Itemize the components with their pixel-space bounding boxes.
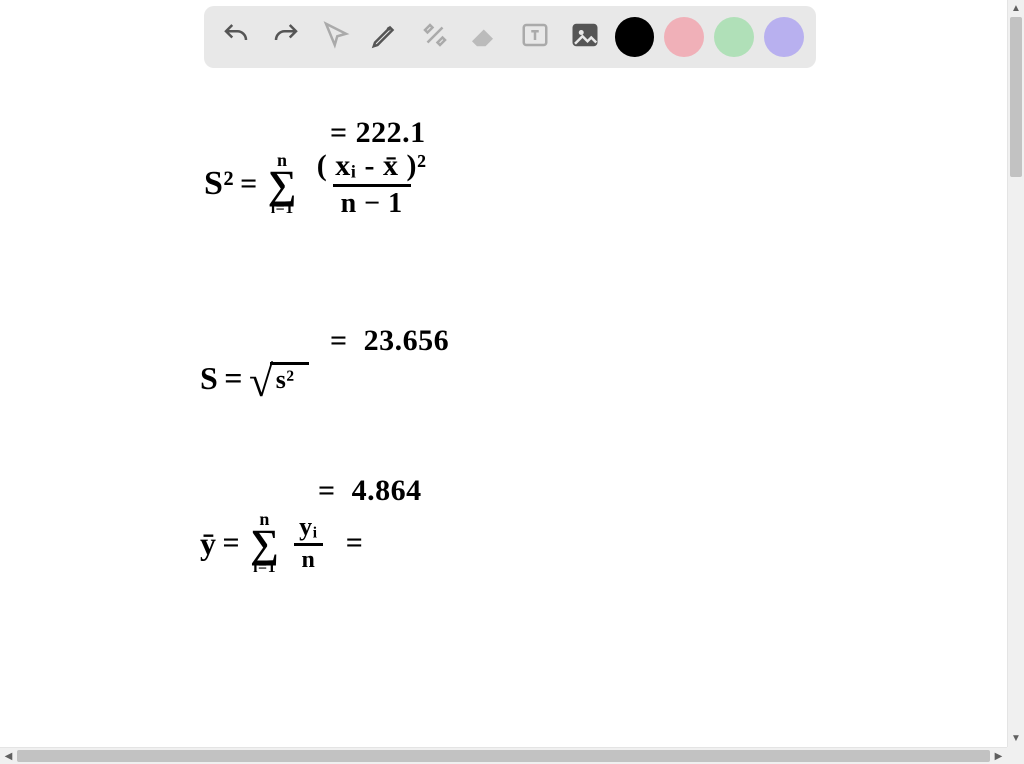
text-box-icon	[520, 20, 550, 55]
undo-icon	[221, 20, 251, 55]
scrollbar-corner	[1007, 747, 1024, 764]
tools-menu-button[interactable]	[415, 17, 455, 57]
color-green[interactable]	[714, 17, 754, 57]
scroll-down-button[interactable]: ▼	[1008, 730, 1024, 747]
whiteboard-app: = 222.1 S² = n ∑ i=1 ( xᵢ - x̄ )² n − 1 …	[0, 0, 1024, 764]
image-tool[interactable]	[565, 17, 605, 57]
eraser-tool[interactable]	[465, 17, 505, 57]
redo-icon	[271, 20, 301, 55]
note-variance-value: = 23.656	[282, 290, 449, 392]
undo-button[interactable]	[216, 17, 256, 57]
vertical-scrollbar[interactable]: ▲ ▼	[1007, 0, 1024, 747]
scroll-right-button[interactable]: ▶	[990, 748, 1007, 764]
note-stddev-value: = 4.864	[270, 440, 422, 542]
eraser-icon	[470, 20, 500, 55]
note-stddev-formula: S = √ s²	[200, 360, 309, 397]
image-icon	[570, 20, 600, 55]
color-pink[interactable]	[664, 17, 704, 57]
text-tool[interactable]	[515, 17, 555, 57]
pointer-tool[interactable]	[316, 17, 356, 57]
toolbar	[204, 6, 816, 68]
tools-icon	[420, 20, 450, 55]
pointer-icon	[321, 20, 351, 55]
scroll-left-button[interactable]: ◀	[0, 748, 17, 764]
pencil-icon	[370, 20, 400, 55]
pencil-tool[interactable]	[365, 17, 405, 57]
color-black[interactable]	[615, 17, 655, 57]
note-line-1: = 222.1	[282, 82, 426, 184]
redo-button[interactable]	[266, 17, 306, 57]
vertical-scroll-thumb[interactable]	[1010, 17, 1022, 177]
whiteboard-canvas[interactable]: = 222.1 S² = n ∑ i=1 ( xᵢ - x̄ )² n − 1 …	[0, 0, 1007, 747]
horizontal-scroll-thumb[interactable]	[17, 750, 990, 762]
scroll-up-button[interactable]: ▲	[1008, 0, 1024, 17]
horizontal-scrollbar[interactable]: ◀ ▶	[0, 747, 1007, 764]
note-variance-formula: S² = n ∑ i=1 ( xᵢ - x̄ )² n − 1	[204, 150, 437, 218]
note-ybar-formula: ȳ = n ∑ i=1 yᵢ n =	[200, 510, 389, 576]
color-violet[interactable]	[764, 17, 804, 57]
